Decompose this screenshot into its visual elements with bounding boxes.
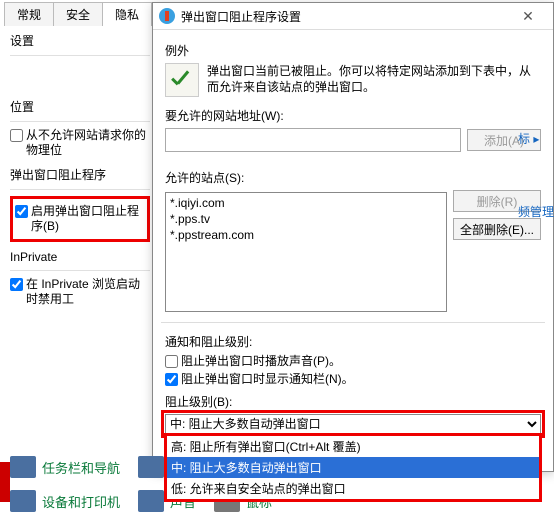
inprivate-disable-label: 在 InPrivate 浏览启动时禁用工 [26, 277, 150, 307]
play-sound-checkbox[interactable]: 阻止弹出窗口时播放声音(P)。 [165, 354, 541, 369]
settings-heading: 设置 [10, 32, 150, 49]
block-level-dropdown: 高: 阻止所有弹出窗口(Ctrl+Alt 覆盖) 中: 阻止大多数自动弹出窗口 … [164, 433, 542, 502]
printer-icon [10, 490, 36, 512]
level-option-low[interactable]: 低: 允许来自安全站点的弹出窗口 [167, 478, 539, 499]
annotation-strip [0, 462, 10, 502]
clock-icon [138, 456, 164, 478]
taskbar-icon [10, 456, 36, 478]
block-level-label: 阻止级别(B): [165, 393, 541, 410]
level-option-medium[interactable]: 中: 阻止大多数自动弹出窗口 [167, 457, 539, 478]
popup-blocker-icon [159, 8, 175, 24]
cpl-taskbar[interactable]: 任务栏和导航 [10, 456, 120, 478]
block-level-select-wrap: 中: 阻止大多数自动弹出窗口 高: 阻止所有弹出窗口(Ctrl+Alt 覆盖) … [165, 414, 541, 434]
block-level-select[interactable]: 中: 阻止大多数自动弹出窗口 [165, 414, 541, 434]
allowed-sites-label: 允许的站点(S): [165, 169, 541, 186]
level-option-high[interactable]: 高: 阻止所有弹出窗口(Ctrl+Alt 覆盖) [167, 436, 539, 457]
dialog-title: 弹出窗口阻止程序设置 [181, 8, 509, 25]
enable-popup-label: 启用弹出窗口阻止程序(B) [31, 204, 145, 234]
tab-general[interactable]: 常规 [4, 2, 54, 26]
exceptions-heading: 例外 [165, 42, 541, 59]
show-notification-bar-checkbox[interactable]: 阻止弹出窗口时显示通知栏(N)。 [165, 372, 541, 387]
popup-heading: 弹出窗口阻止程序 [10, 166, 150, 183]
list-item[interactable]: *.pps.tv [170, 211, 442, 227]
tab-security[interactable]: 安全 [53, 2, 103, 26]
tab-privacy[interactable]: 隐私 [102, 2, 152, 26]
allow-address-input[interactable] [165, 128, 461, 152]
exceptions-description: 弹出窗口当前已被阻止。你可以将特定网站添加到下表中，从而允许来自该站点的弹出窗口… [207, 63, 541, 97]
checkmark-icon [165, 63, 199, 97]
enable-popup-blocker-checkbox[interactable]: 启用弹出窗口阻止程序(B) [15, 204, 145, 234]
background-clipped-text: 标 ▸ 频管理 [518, 130, 554, 276]
popup-blocker-settings-dialog: 弹出窗口阻止程序设置 ✕ 例外 弹出窗口当前已被阻止。你可以将特定网站添加到下表… [152, 2, 554, 472]
cpl-printers[interactable]: 设备和打印机 [10, 490, 120, 512]
inprivate-disable-checkbox[interactable]: 在 InPrivate 浏览启动时禁用工 [10, 277, 150, 307]
inprivate-heading: InPrivate [10, 250, 150, 264]
highlight-enable-popup: 启用弹出窗口阻止程序(B) [10, 196, 150, 242]
show-bar-label: 阻止弹出窗口时显示通知栏(N)。 [181, 372, 354, 387]
deny-location-label: 从不允许网站请求你的物理位 [26, 128, 150, 158]
location-heading: 位置 [10, 98, 150, 115]
deny-location-checkbox[interactable]: 从不允许网站请求你的物理位 [10, 128, 150, 158]
notify-heading: 通知和阻止级别: [165, 333, 541, 350]
allowed-sites-list[interactable]: *.iqiyi.com *.pps.tv *.ppstream.com [165, 192, 447, 312]
speaker-icon [138, 490, 164, 512]
privacy-panel: 设置 位置 从不允许网站请求你的物理位 弹出窗口阻止程序 启用弹出窗口阻止程序(… [10, 24, 150, 310]
play-sound-label: 阻止弹出窗口时播放声音(P)。 [181, 354, 341, 369]
allow-address-label: 要允许的网站地址(W): [165, 107, 541, 124]
list-item[interactable]: *.ppstream.com [170, 227, 442, 243]
dialog-titlebar: 弹出窗口阻止程序设置 ✕ [153, 3, 553, 30]
close-icon[interactable]: ✕ [509, 5, 547, 27]
list-item[interactable]: *.iqiyi.com [170, 195, 442, 211]
